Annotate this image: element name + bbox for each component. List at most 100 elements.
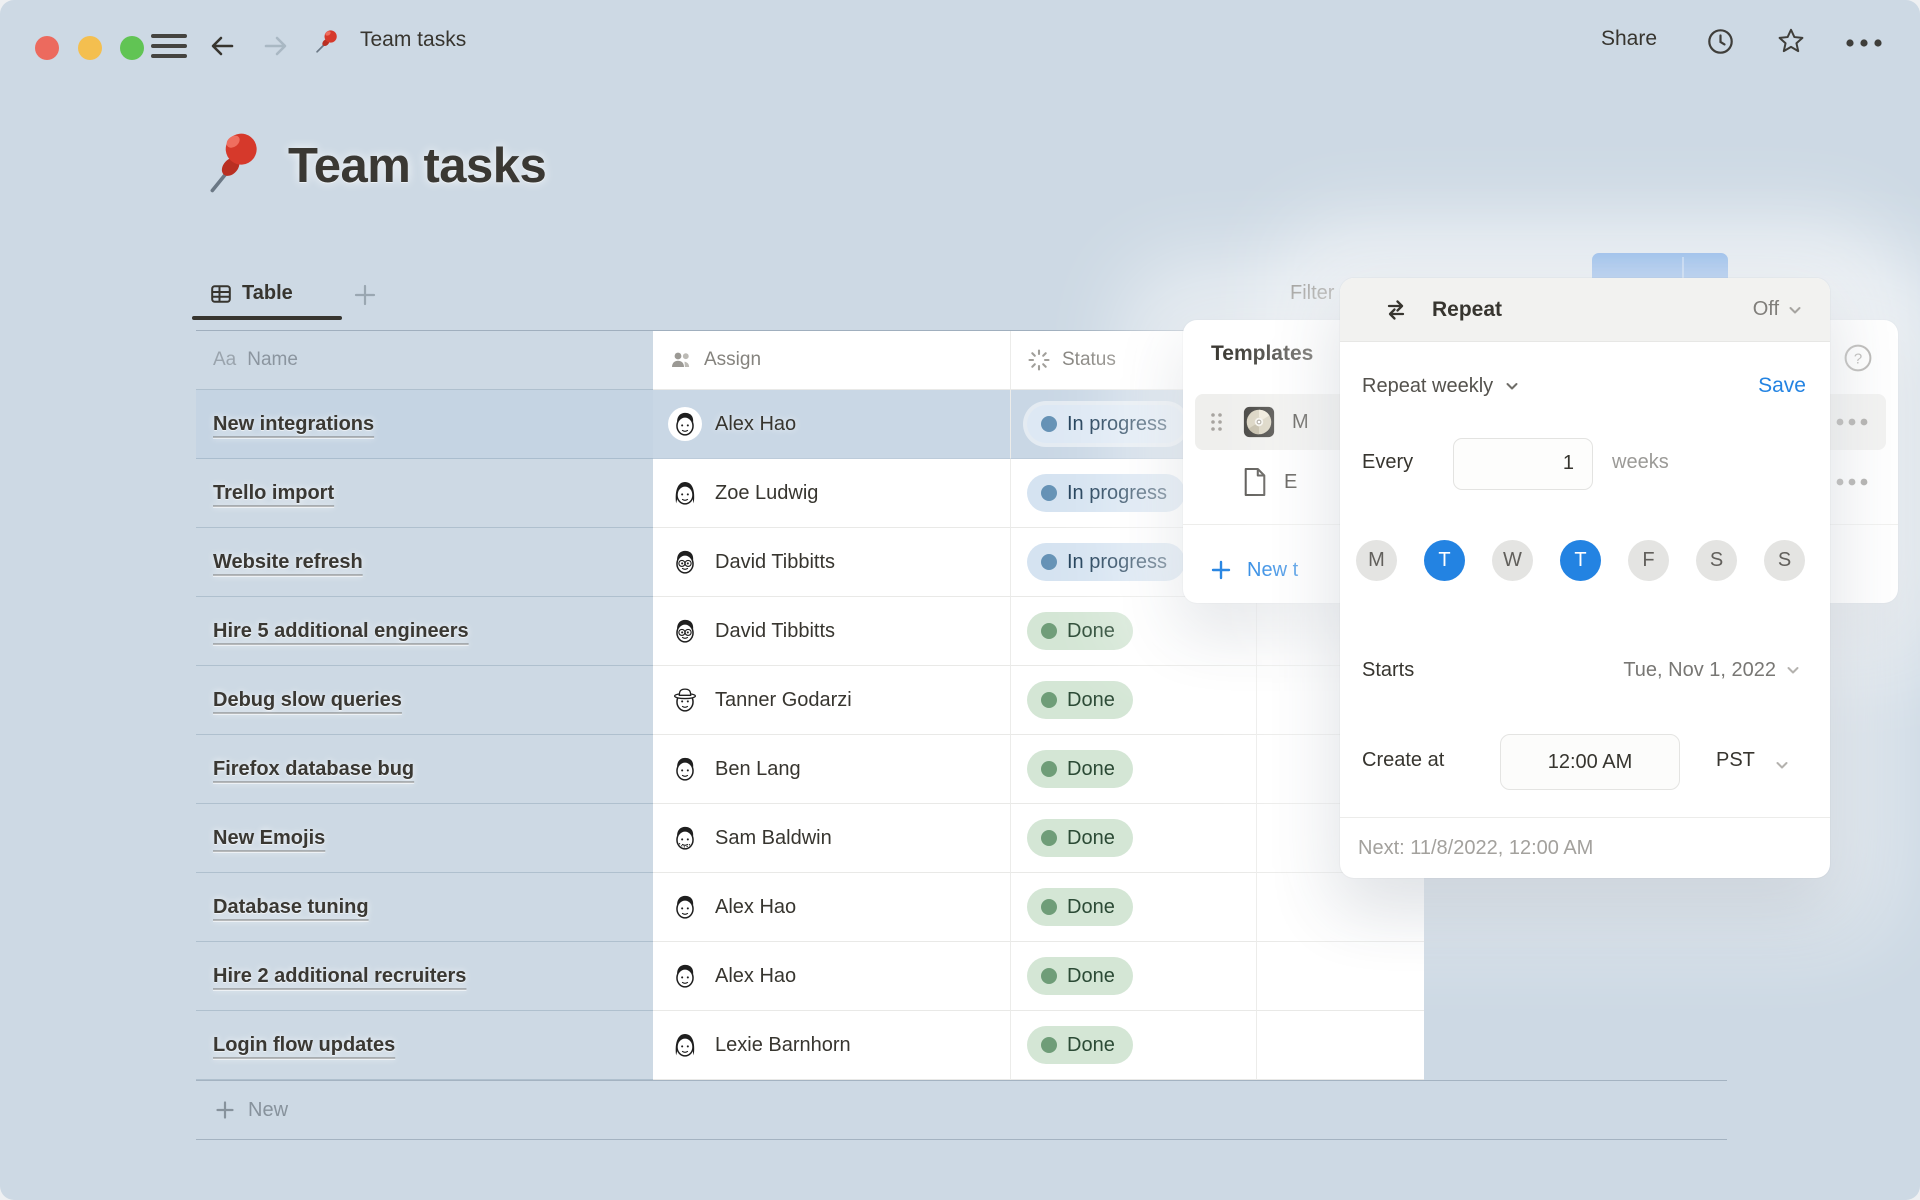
assignee-name: Alex Hao [715, 965, 796, 988]
back-arrow-icon[interactable] [206, 30, 238, 62]
task-name-link[interactable]: Firefox database bug [213, 758, 414, 781]
timezone-dropdown[interactable]: PST [1716, 749, 1755, 772]
more-options-icon[interactable] [1845, 38, 1887, 48]
table-row: Firefox database bug Ben Lang Done [196, 735, 1424, 804]
status-badge: Done [1027, 681, 1133, 719]
task-name-cell[interactable]: Website refresh [196, 528, 653, 597]
status-cell[interactable]: Done [1010, 735, 1256, 804]
drag-handle-icon[interactable] [1209, 411, 1224, 433]
task-name-cell[interactable]: Database tuning [196, 873, 653, 942]
column-header-assign[interactable]: Assign [653, 331, 1010, 390]
avatar [668, 959, 702, 993]
add-view-icon[interactable] [352, 282, 378, 308]
status-cell[interactable]: Done [1010, 804, 1256, 873]
pushpin-icon [314, 26, 342, 54]
weekday-selector: MTWTFSS [1356, 540, 1805, 581]
create-at-label: Create at [1362, 749, 1444, 772]
task-name-cell[interactable]: Debug slow queries [196, 666, 653, 735]
assign-cell[interactable]: David Tibbitts [653, 597, 1010, 666]
assignee-name: David Tibbitts [715, 620, 835, 643]
status-dot-icon [1041, 692, 1057, 708]
share-button[interactable]: Share [1601, 27, 1657, 51]
status-dot-icon [1041, 968, 1057, 984]
filter-button[interactable]: Filter [1290, 282, 1334, 305]
status-dot-icon [1041, 416, 1057, 432]
repeat-cycle-icon [1382, 296, 1410, 324]
page-icon-pushpin[interactable] [200, 123, 273, 196]
weekday-toggle-s[interactable]: S [1696, 540, 1737, 581]
zoom-window-button[interactable] [120, 36, 144, 60]
status-badge: Done [1027, 819, 1133, 857]
forward-arrow-icon[interactable] [260, 30, 292, 62]
task-name-cell[interactable]: Login flow updates [196, 1011, 653, 1080]
task-name-link[interactable]: Website refresh [213, 551, 363, 574]
status-cell[interactable]: Done [1010, 873, 1256, 942]
assign-cell[interactable]: Sam Baldwin [653, 804, 1010, 873]
create-time-input[interactable]: 12:00 AM [1500, 734, 1680, 790]
interval-input[interactable]: 1 [1453, 438, 1593, 490]
status-badge: Done [1027, 888, 1133, 926]
task-name-link[interactable]: Trello import [213, 482, 334, 505]
close-window-button[interactable] [35, 36, 59, 60]
assign-cell[interactable]: Alex Hao [653, 390, 1010, 459]
status-badge: Done [1027, 750, 1133, 788]
assign-cell[interactable]: Alex Hao [653, 873, 1010, 942]
task-name-link[interactable]: Login flow updates [213, 1034, 395, 1057]
status-dot-icon [1041, 554, 1057, 570]
weekday-toggle-s[interactable]: S [1764, 540, 1805, 581]
minimize-window-button[interactable] [78, 36, 102, 60]
column-header-name[interactable]: Aa Name [196, 331, 653, 390]
sidebar-menu-icon[interactable] [151, 32, 187, 60]
repeat-popup-title: Repeat [1432, 298, 1502, 322]
status-cell[interactable]: Done [1010, 597, 1256, 666]
assignee-name: Tanner Godarzi [715, 689, 852, 712]
status-cell[interactable]: Done [1010, 942, 1256, 1011]
tab-table-view[interactable]: Table [210, 282, 293, 305]
weekday-toggle-m[interactable]: M [1356, 540, 1397, 581]
avatar [668, 1028, 702, 1062]
status-label: Done [1067, 758, 1115, 781]
task-name-link[interactable]: Database tuning [213, 896, 369, 919]
weekday-toggle-w[interactable]: W [1492, 540, 1533, 581]
frequency-dropdown[interactable]: Repeat weekly [1362, 375, 1493, 398]
status-badge: In progress [1027, 543, 1185, 581]
status-label: In progress [1067, 482, 1167, 505]
more-options-icon[interactable] [1834, 477, 1870, 487]
task-name-cell[interactable]: New integrations [196, 390, 653, 459]
assign-cell[interactable]: Lexie Barnhorn [653, 1011, 1010, 1080]
recent-history-icon[interactable] [1707, 28, 1734, 55]
status-cell[interactable]: Done [1010, 666, 1256, 735]
repeat-state-dropdown[interactable]: Off [1753, 298, 1804, 321]
task-name-cell[interactable]: New Emojis [196, 804, 653, 873]
assign-cell[interactable]: David Tibbitts [653, 528, 1010, 597]
frequency-row: Repeat weekly Save [1362, 366, 1806, 406]
assign-cell[interactable]: Alex Hao [653, 942, 1010, 1011]
assign-cell[interactable]: Zoe Ludwig [653, 459, 1010, 528]
task-name-link[interactable]: New Emojis [213, 827, 325, 850]
active-tab-underline [192, 316, 342, 320]
task-name-link[interactable]: Debug slow queries [213, 689, 402, 712]
assign-cell[interactable]: Ben Lang [653, 735, 1010, 804]
add-new-row[interactable]: New [196, 1080, 1727, 1140]
save-button[interactable]: Save [1758, 374, 1806, 398]
chevron-down-icon [1773, 756, 1791, 774]
help-icon[interactable]: ? [1843, 343, 1873, 373]
weekday-toggle-t[interactable]: T [1424, 540, 1465, 581]
start-date-dropdown[interactable]: Tue, Nov 1, 2022 [1623, 659, 1802, 682]
weekday-toggle-f[interactable]: F [1628, 540, 1669, 581]
task-name-link[interactable]: Hire 5 additional engineers [213, 620, 469, 643]
task-name-cell[interactable]: Trello import [196, 459, 653, 528]
svg-text:?: ? [1854, 351, 1862, 368]
status-cell[interactable]: Done [1010, 1011, 1256, 1080]
empty-cell [1256, 1011, 1424, 1080]
task-name-link[interactable]: New integrations [213, 413, 374, 436]
weekday-toggle-t[interactable]: T [1560, 540, 1601, 581]
assign-cell[interactable]: Tanner Godarzi [653, 666, 1010, 735]
task-name-link[interactable]: Hire 2 additional recruiters [213, 965, 466, 988]
task-name-cell[interactable]: Hire 5 additional engineers [196, 597, 653, 666]
empty-cell [1256, 873, 1424, 942]
task-name-cell[interactable]: Hire 2 additional recruiters [196, 942, 653, 1011]
task-name-cell[interactable]: Firefox database bug [196, 735, 653, 804]
more-options-icon[interactable] [1834, 417, 1870, 427]
favorite-star-icon[interactable] [1776, 26, 1806, 56]
